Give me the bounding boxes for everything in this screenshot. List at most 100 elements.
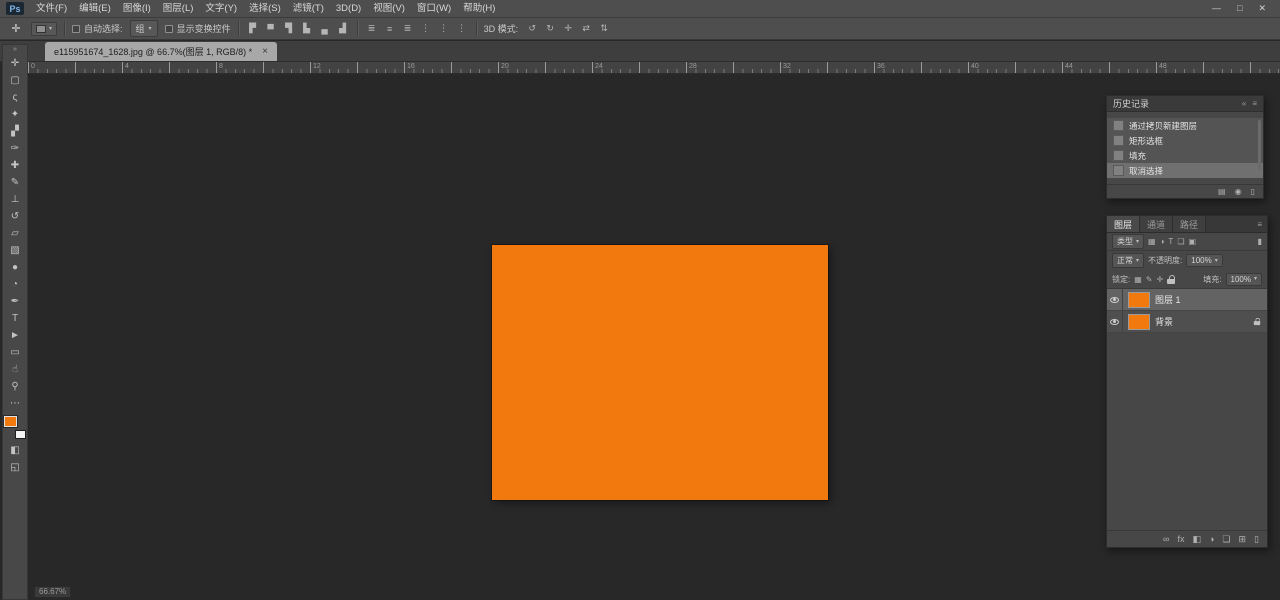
tab-layers[interactable]: 图层: [1107, 216, 1140, 232]
menu-item[interactable]: 选择(S): [243, 0, 287, 18]
spot-healing-brush-tool[interactable]: ✚: [3, 157, 27, 174]
quick-mask-button[interactable]: ◧: [3, 442, 27, 459]
lock-transparent-pixels-icon[interactable]: ▦: [1134, 275, 1142, 284]
layer-style-icon[interactable]: fx: [1177, 534, 1184, 544]
eyedropper-tool[interactable]: ✑: [3, 140, 27, 157]
lock-all-icon[interactable]: [1167, 275, 1175, 284]
screen-mode-button[interactable]: ◱: [3, 459, 27, 476]
align-top-edges-icon[interactable]: ▙: [300, 23, 314, 34]
layer-thumbnail[interactable]: [1128, 314, 1150, 330]
distribute-left-edges-icon[interactable]: ⋮: [419, 23, 433, 34]
pen-tool[interactable]: ✒: [3, 293, 27, 310]
menu-item[interactable]: 编辑(E): [73, 0, 117, 18]
lock-position-icon[interactable]: ✛: [1157, 275, 1164, 284]
tab-paths[interactable]: 路径: [1173, 216, 1206, 232]
adjustment-layer-icon[interactable]: ◑: [1209, 534, 1214, 544]
foreground-color-swatch[interactable]: [4, 416, 17, 427]
tab-channels[interactable]: 通道: [1140, 216, 1173, 232]
opacity-field[interactable]: 100% ▾: [1186, 254, 1222, 267]
menu-item[interactable]: 图像(I): [117, 0, 157, 18]
collapse-panel-icon[interactable]: «: [1242, 99, 1246, 108]
type-tool[interactable]: T: [3, 310, 27, 327]
distribute-vertical-centers-icon[interactable]: ≡: [383, 24, 397, 34]
auto-select-checkbox[interactable]: 自动选择:: [72, 22, 123, 35]
document-canvas[interactable]: [492, 245, 828, 500]
app-logo[interactable]: Ps: [6, 2, 24, 15]
close-tab-icon[interactable]: ×: [262, 46, 268, 57]
lock-image-pixels-icon[interactable]: ✎: [1146, 275, 1153, 284]
collapse-toolbar-button[interactable]: »: [13, 45, 17, 55]
3d-scale-icon[interactable]: ⇅: [597, 23, 611, 34]
align-bottom-edges-icon[interactable]: ▟: [336, 23, 350, 34]
filter-type-dropdown[interactable]: 类型 ▾: [1112, 234, 1144, 249]
distribute-top-edges-icon[interactable]: ≣: [365, 23, 379, 34]
align-horizontal-centers-icon[interactable]: ▀: [264, 24, 278, 34]
dodge-tool[interactable]: ◔: [3, 276, 27, 293]
history-state-row[interactable]: 矩形选框: [1107, 133, 1263, 148]
move-tool[interactable]: ✛: [3, 55, 27, 72]
filter-toggle-icon[interactable]: ▮: [1258, 237, 1262, 246]
delete-layer-icon[interactable]: ▯: [1254, 534, 1259, 545]
menu-item[interactable]: 滤镜(T): [287, 0, 330, 18]
panel-menu-icon[interactable]: ≡: [1257, 220, 1267, 229]
history-state-row[interactable]: 取消选择: [1107, 163, 1263, 178]
gradient-tool[interactable]: ▧: [3, 242, 27, 259]
new-layer-icon[interactable]: ⊞: [1239, 534, 1247, 545]
layer-row[interactable]: 背景: [1107, 311, 1267, 333]
3d-drag-icon[interactable]: ✛: [561, 23, 575, 34]
clone-stamp-tool[interactable]: ⊥: [3, 191, 27, 208]
new-group-icon[interactable]: ❏: [1222, 534, 1230, 545]
delete-state-icon[interactable]: ▯: [1251, 187, 1255, 196]
history-brush-tool[interactable]: ↺: [3, 208, 27, 225]
filter-adjustment-layers-icon[interactable]: ◑: [1160, 237, 1165, 246]
filter-smart-objects-icon[interactable]: ▣: [1188, 237, 1196, 246]
auto-select-target-dropdown[interactable]: 组 ▾: [130, 20, 158, 37]
history-state-row[interactable]: 填充: [1107, 148, 1263, 163]
layer-row[interactable]: 图层 1: [1107, 289, 1267, 311]
lasso-tool[interactable]: ς: [3, 89, 27, 106]
align-vertical-centers-icon[interactable]: ▄: [318, 24, 332, 34]
edit-toolbar-button[interactable]: ⋯: [3, 395, 27, 412]
show-transform-checkbox[interactable]: 显示变换控件: [165, 22, 231, 35]
filter-shape-layers-icon[interactable]: ❏: [1177, 237, 1184, 246]
add-layer-mask-icon[interactable]: ◧: [1192, 534, 1201, 545]
close-button[interactable]: ✕: [1258, 3, 1266, 14]
link-layers-icon[interactable]: ∞: [1163, 534, 1169, 544]
eraser-tool[interactable]: ▱: [3, 225, 27, 242]
history-state-row[interactable]: 通过拷贝新建图层: [1107, 118, 1263, 133]
menu-item[interactable]: 文字(Y): [199, 0, 243, 18]
minimize-button[interactable]: —: [1212, 3, 1221, 14]
brush-tool[interactable]: ✎: [3, 174, 27, 191]
zoom-tool[interactable]: ⚲: [3, 378, 27, 395]
crop-tool[interactable]: ▞: [3, 123, 27, 140]
path-selection-tool[interactable]: ►: [3, 327, 27, 344]
distribute-horizontal-centers-icon[interactable]: ⋮: [437, 23, 451, 34]
distribute-right-edges-icon[interactable]: ⋮: [455, 23, 469, 34]
rectangular-marquee-tool[interactable]: ▢: [3, 72, 27, 89]
menu-item[interactable]: 文件(F): [30, 0, 73, 18]
menu-item[interactable]: 帮助(H): [457, 0, 501, 18]
align-left-edges-icon[interactable]: ▛: [246, 23, 260, 34]
quick-selection-tool[interactable]: ✦: [3, 106, 27, 123]
align-right-edges-icon[interactable]: ▜: [282, 23, 296, 34]
3d-rotate-icon[interactable]: ↺: [525, 23, 539, 34]
layer-visibility-toggle[interactable]: [1107, 289, 1123, 311]
3d-roll-icon[interactable]: ↻: [543, 23, 557, 34]
history-panel-header[interactable]: 历史记录 « ≡: [1107, 96, 1263, 112]
blur-tool[interactable]: ●: [3, 259, 27, 276]
blend-mode-dropdown[interactable]: 正常 ▾: [1112, 253, 1144, 268]
menu-item[interactable]: 图层(L): [157, 0, 200, 18]
shape-tool[interactable]: ▭: [3, 344, 27, 361]
hand-tool[interactable]: ☝: [3, 361, 27, 378]
menu-item[interactable]: 窗口(W): [411, 0, 457, 18]
maximize-button[interactable]: □: [1237, 3, 1242, 14]
tool-preset-picker[interactable]: ▾: [31, 22, 57, 36]
menu-item[interactable]: 3D(D): [330, 0, 367, 18]
new-document-from-state-icon[interactable]: ▤: [1218, 187, 1226, 196]
filter-type-layers-icon[interactable]: T: [1168, 237, 1173, 246]
background-color-swatch[interactable]: [15, 430, 26, 439]
new-snapshot-icon[interactable]: ◉: [1235, 187, 1242, 196]
layer-thumbnail[interactable]: [1128, 292, 1150, 308]
history-scrollbar[interactable]: [1258, 120, 1261, 170]
panel-menu-icon[interactable]: ≡: [1252, 99, 1257, 108]
